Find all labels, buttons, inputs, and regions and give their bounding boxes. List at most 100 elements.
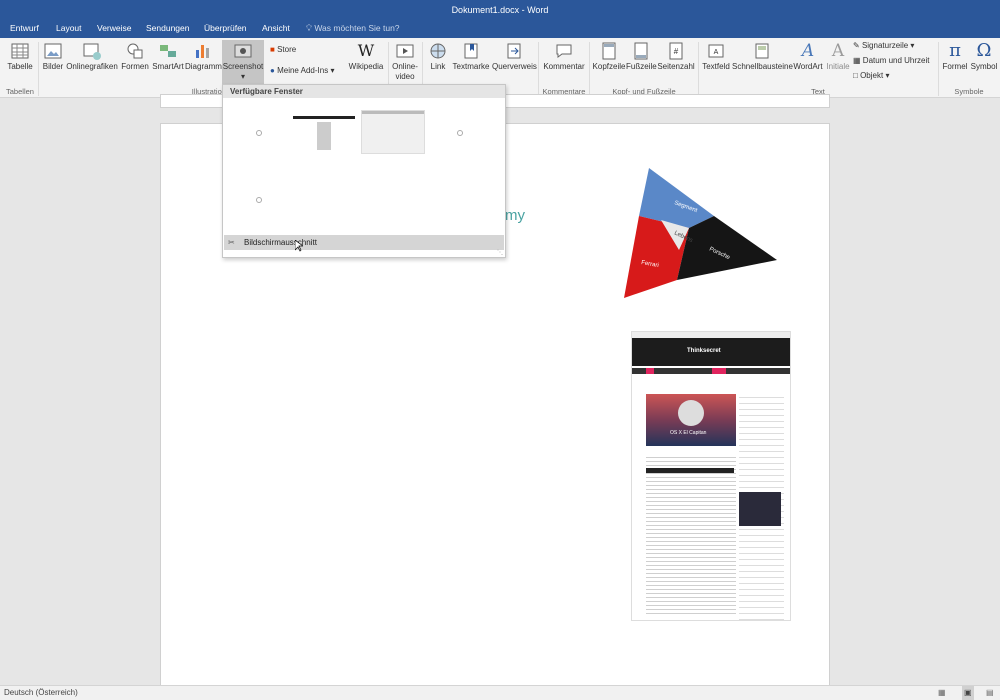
partial-heading-text: my bbox=[505, 207, 525, 224]
svg-text:#: # bbox=[674, 47, 679, 56]
window-slot-radio[interactable] bbox=[457, 130, 463, 136]
tab-verweise[interactable]: Verweise bbox=[97, 20, 132, 38]
calendar-icon: ▦ bbox=[853, 56, 861, 65]
ribbon-tabs: Entwurf Layout Verweise Sendungen Überpr… bbox=[0, 20, 1000, 38]
textbox-icon: A bbox=[708, 44, 724, 58]
textfeld-button[interactable]: A Textfeld bbox=[700, 40, 732, 86]
group-symbole: Symbole bbox=[954, 87, 984, 96]
globe-link-icon bbox=[430, 43, 446, 59]
thumb-nav bbox=[632, 368, 790, 374]
chart-icon bbox=[196, 45, 209, 58]
cross-reference-icon bbox=[507, 43, 521, 59]
tab-sendungen[interactable]: Sendungen bbox=[146, 20, 190, 38]
wordart-icon: A bbox=[801, 41, 815, 61]
thumb-hero: OS X El Capitan bbox=[646, 394, 736, 446]
tab-layout[interactable]: Layout bbox=[56, 20, 82, 38]
chevron-down-icon: ▾ bbox=[910, 41, 915, 50]
symbol-button[interactable]: Ω Symbol bbox=[970, 40, 998, 86]
wikipedia-button[interactable]: W Wikipedia bbox=[346, 40, 386, 86]
datum-uhrzeit-button[interactable]: ▦ Datum und Uhrzeit bbox=[853, 56, 930, 65]
add-ins-button[interactable]: ● Meine Add-Ins ▾ bbox=[270, 66, 334, 75]
tell-me-box[interactable]: 💡︎ Was möchten Sie tun? bbox=[306, 20, 400, 38]
chevron-down-icon: ▾ bbox=[885, 71, 890, 80]
onlinegrafiken-button[interactable]: Onlinegrafiken bbox=[66, 40, 118, 86]
mouse-cursor-icon bbox=[295, 240, 303, 252]
drop-cap-icon: A bbox=[831, 41, 845, 61]
querverweis-button[interactable]: Querverweis bbox=[492, 40, 537, 86]
initiale-button[interactable]: A Initiale bbox=[824, 40, 852, 86]
divider bbox=[698, 42, 699, 96]
signaturzeile-button[interactable]: ✎ Signaturzeile ▾ bbox=[853, 41, 914, 50]
window-title: Dokument1.docx - Word bbox=[451, 5, 549, 15]
screenshot-icon bbox=[234, 44, 252, 58]
link-button[interactable]: Link bbox=[425, 40, 451, 86]
thumb-header: Thinksecret bbox=[632, 338, 790, 366]
thumb-article-text bbox=[646, 454, 736, 614]
tab-ueberpruefen[interactable]: Überprüfen bbox=[204, 20, 247, 38]
thumb-box bbox=[646, 468, 734, 473]
add-ins-icon: ● bbox=[270, 66, 275, 75]
seitenzahl-button[interactable]: # Seitenzahl bbox=[656, 40, 696, 86]
pi-icon: π bbox=[949, 40, 961, 61]
language-status[interactable]: Deutsch (Österreich) bbox=[4, 686, 78, 700]
store-icon: ■ bbox=[270, 45, 275, 54]
objekt-button[interactable]: □ Objekt ▾ bbox=[853, 71, 889, 80]
onlinevideo-button[interactable]: Online-video bbox=[390, 40, 420, 86]
screen-clipping-icon: ✂ bbox=[228, 238, 235, 247]
tab-ansicht[interactable]: Ansicht bbox=[262, 20, 290, 38]
lightbulb-icon: 💡︎ bbox=[306, 23, 312, 33]
screenshot-button[interactable]: Screenshot ▾ bbox=[222, 40, 264, 86]
divider bbox=[938, 42, 939, 96]
smartart-icon bbox=[160, 45, 176, 57]
resize-grip-icon[interactable]: ⋱ bbox=[497, 249, 503, 256]
dropdown-header: Verfügbare Fenster bbox=[223, 85, 505, 98]
table-icon bbox=[11, 43, 29, 59]
omega-icon: Ω bbox=[976, 40, 992, 61]
shapes-icon bbox=[127, 43, 143, 59]
website-screenshot-image[interactable]: Thinksecret OS X El Capitan bbox=[631, 331, 791, 621]
pyramid-graphic[interactable]: Segment Lebens Ferrari Porsche bbox=[619, 168, 781, 300]
store-button[interactable]: ■ Store bbox=[270, 45, 296, 54]
tab-entwurf[interactable]: Entwurf bbox=[10, 20, 39, 38]
read-mode-icon[interactable]: ▦ bbox=[938, 686, 946, 700]
bookmark-icon bbox=[464, 43, 478, 59]
picture-icon bbox=[44, 43, 62, 59]
header-icon bbox=[602, 42, 616, 60]
wikipedia-icon: W bbox=[357, 41, 375, 60]
tabelle-button[interactable]: Tabelle bbox=[6, 40, 34, 86]
available-window-thumb-2[interactable] bbox=[361, 110, 425, 154]
quick-parts-icon bbox=[755, 43, 769, 59]
group-tabellen: Tabellen bbox=[6, 87, 34, 96]
fusszeile-button[interactable]: Fußzeile bbox=[626, 40, 657, 86]
thumb-sidebar bbox=[739, 392, 784, 620]
chevron-down-icon: ▾ bbox=[330, 66, 335, 75]
page-number-icon: # bbox=[669, 42, 683, 60]
bildschirmausschnitt-button[interactable]: ✂ Bildschirmausschnitt bbox=[224, 235, 504, 250]
formen-button[interactable]: Formen bbox=[119, 40, 151, 86]
object-icon: □ bbox=[853, 71, 858, 80]
status-bar: Deutsch (Österreich) ▦ ▣ ▤ bbox=[0, 685, 1000, 700]
title-bar: Dokument1.docx - Word bbox=[0, 0, 1000, 20]
kommentar-button[interactable]: Kommentar bbox=[541, 40, 587, 86]
diagramm-button[interactable]: Diagramm bbox=[185, 40, 222, 86]
online-picture-icon bbox=[83, 43, 101, 60]
web-layout-icon[interactable]: ▤ bbox=[986, 686, 994, 700]
screenshot-dropdown: Verfügbare Fenster ✂ Bildschirmausschnitt… bbox=[222, 84, 506, 258]
smartart-button[interactable]: SmartArt bbox=[151, 40, 185, 86]
available-window-thumb-1[interactable] bbox=[293, 116, 355, 150]
window-slot-radio[interactable] bbox=[256, 130, 262, 136]
dropdown-arrow-icon: ▾ bbox=[240, 72, 245, 81]
kopfzeile-button[interactable]: Kopfzeile bbox=[592, 40, 626, 86]
divider bbox=[38, 42, 39, 96]
wordart-button[interactable]: A WordArt bbox=[792, 40, 824, 86]
thumb-brand: Thinksecret bbox=[687, 348, 721, 354]
divider bbox=[538, 42, 539, 96]
print-layout-icon[interactable]: ▣ bbox=[962, 686, 974, 700]
schnellbausteine-button[interactable]: Schnellbausteine bbox=[732, 40, 793, 86]
formel-button[interactable]: π Formel bbox=[940, 40, 970, 86]
video-icon bbox=[396, 44, 414, 58]
thumb-headline: OS X El Capitan bbox=[670, 430, 707, 436]
window-slot-radio[interactable] bbox=[256, 197, 262, 203]
textmarke-button[interactable]: Textmarke bbox=[451, 40, 491, 86]
bilder-button[interactable]: Bilder bbox=[40, 40, 66, 86]
